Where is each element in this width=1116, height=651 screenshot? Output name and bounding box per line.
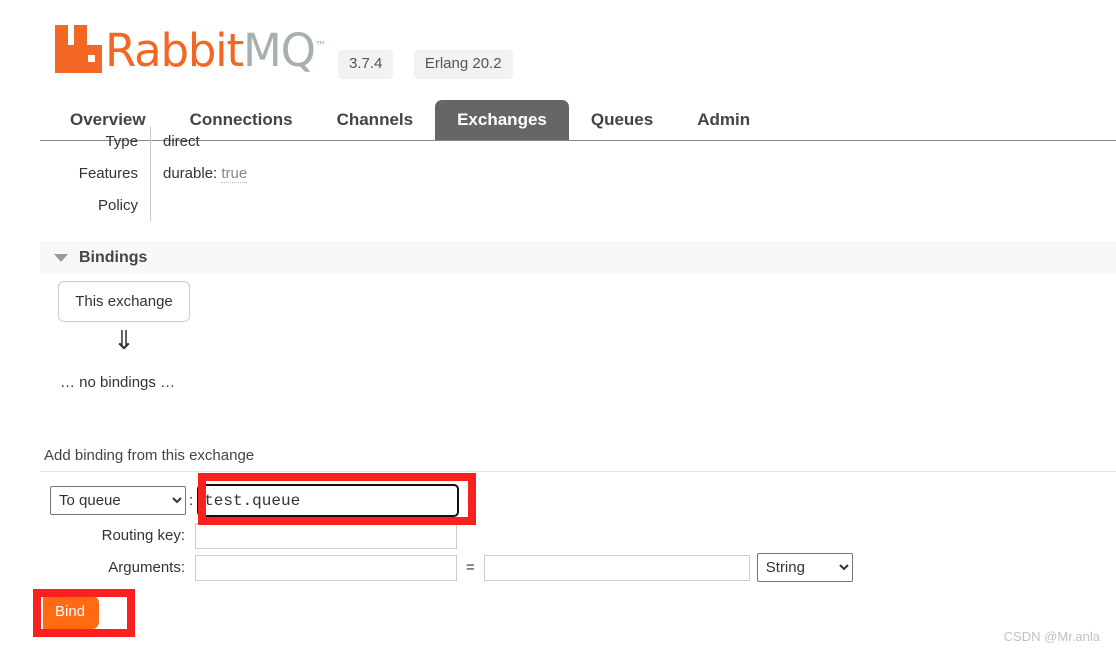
detail-value-type: direct <box>150 126 540 158</box>
feature-key-durable: durable: <box>163 165 218 182</box>
detail-value-features: durable: true <box>150 158 540 190</box>
bindings-section-header[interactable]: Bindings <box>40 241 1116 274</box>
this-exchange-node[interactable]: This exchange <box>58 281 190 322</box>
logo-wordmark: RabbitMQ™ <box>105 22 327 75</box>
destination-type-select[interactable]: To queue To exchange <box>50 486 186 515</box>
tab-queues[interactable]: Queues <box>569 100 675 141</box>
arguments-label: Arguments: <box>108 558 185 576</box>
add-binding-caption: Add binding from this exchange <box>44 447 255 464</box>
feature-value-durable: true <box>221 165 248 183</box>
detail-label-features: Features <box>78 165 138 182</box>
detail-row-policy: Policy <box>40 190 540 221</box>
argument-type-select[interactable]: String Number Boolean List <box>756 553 853 582</box>
detail-row-type: Type direct <box>40 126 540 158</box>
bind-button[interactable]: Bind <box>43 596 100 629</box>
collapse-triangle-icon[interactable] <box>54 253 68 262</box>
arguments-row: Arguments: = String Number Boolean List <box>50 553 853 582</box>
double-down-arrow-icon: ⇓ <box>113 326 135 356</box>
logo-rabbit-text: Rabbit <box>105 24 244 77</box>
no-bindings-message: … no bindings … <box>60 374 176 391</box>
rabbit-logo-icon <box>55 24 102 73</box>
rabbitmq-logo[interactable]: RabbitMQ™ <box>55 22 327 75</box>
form-divider <box>40 471 1116 472</box>
page-header: RabbitMQ™ 3.7.4 Erlang 20.2 <box>0 0 1116 98</box>
watermark-text: CSDN @Mr.anla <box>1003 629 1100 644</box>
destination-colon: : <box>189 492 194 509</box>
binding-destination-row: To queue To exchange : * <box>50 484 473 517</box>
routing-key-row: Routing key: <box>50 523 457 549</box>
rabbitmq-version-badge: 3.7.4 <box>338 50 394 79</box>
routing-key-label: Routing key: <box>101 527 185 544</box>
logo-mq-text: MQ <box>242 24 316 77</box>
equals-sign: = <box>466 559 475 576</box>
detail-row-features: Features durable: true <box>40 158 540 190</box>
detail-value-policy <box>150 190 540 221</box>
destination-name-input[interactable] <box>197 484 460 517</box>
erlang-version-badge: Erlang 20.2 <box>413 50 513 79</box>
bindings-section-title: Bindings <box>79 248 148 266</box>
tab-admin[interactable]: Admin <box>675 100 772 141</box>
exchange-detail-table: Type direct Features durable: true Polic… <box>40 126 540 221</box>
argument-value-input[interactable] <box>483 554 750 581</box>
argument-name-input[interactable] <box>195 554 457 581</box>
routing-key-input[interactable] <box>195 523 457 549</box>
detail-label-policy: Policy <box>97 197 138 214</box>
required-asterisk: * <box>467 492 473 509</box>
version-badges: 3.7.4 Erlang 20.2 <box>322 50 513 79</box>
detail-label-type: Type <box>105 133 138 150</box>
